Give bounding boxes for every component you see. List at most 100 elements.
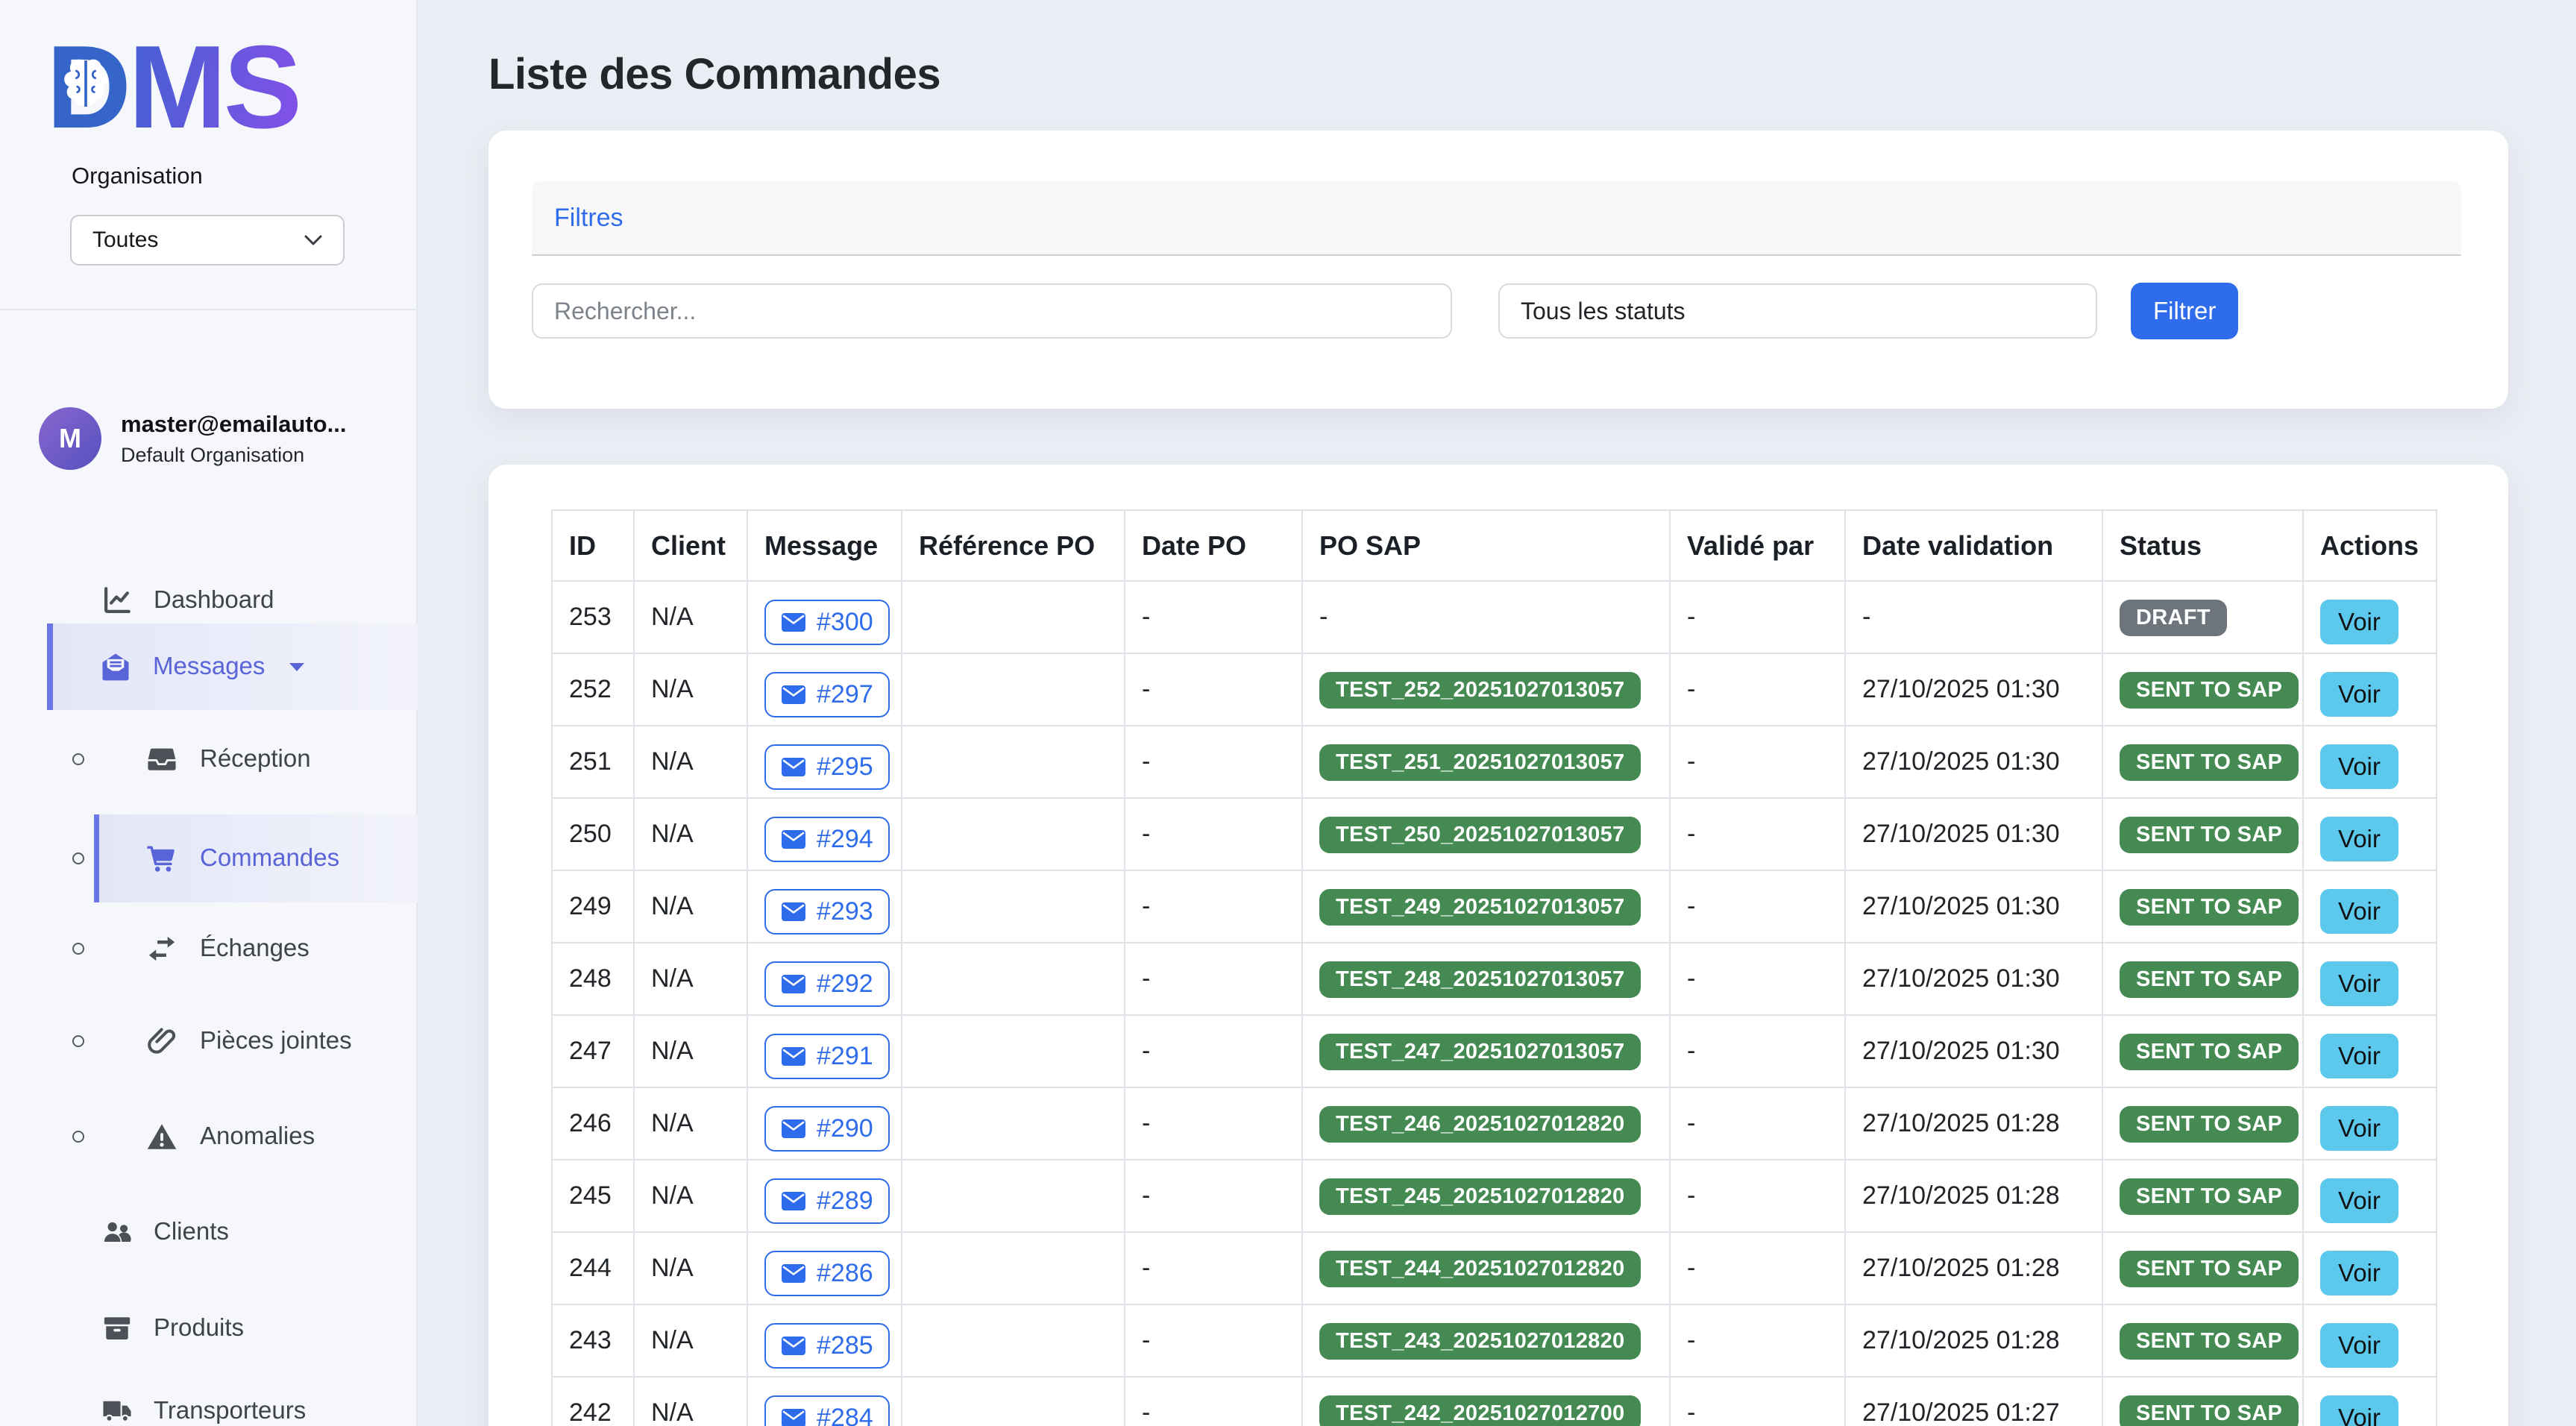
- cell-actions: Voir: [2303, 1304, 2437, 1377]
- sidebar-item-clients[interactable]: Clients: [0, 1201, 418, 1263]
- message-button[interactable]: #285: [764, 1323, 890, 1369]
- status-badge: SENT TO SAP: [2120, 1251, 2299, 1287]
- status-select[interactable]: Tous les statuts: [1498, 283, 2097, 339]
- voir-button[interactable]: Voir: [2320, 744, 2398, 789]
- caret-down-icon: [288, 662, 306, 673]
- cell-valide-par: -: [1670, 1015, 1845, 1087]
- voir-button[interactable]: Voir: [2320, 1106, 2398, 1151]
- table-header-row: IDClientMessageRéférence PODate POPO SAP…: [552, 510, 2437, 581]
- message-button[interactable]: #297: [764, 672, 890, 717]
- voir-button[interactable]: Voir: [2320, 1251, 2398, 1295]
- cell-reference-po: [902, 653, 1125, 726]
- sidebar-item-echanges[interactable]: Échanges: [0, 917, 418, 980]
- sidebar-item-messages[interactable]: Messages: [0, 624, 418, 710]
- filters-card-header[interactable]: Filtres: [532, 181, 2461, 256]
- po-sap-badge: TEST_242_20251027012700: [1319, 1395, 1641, 1426]
- cell-valide-par: -: [1670, 1304, 1845, 1377]
- voir-button[interactable]: Voir: [2320, 1395, 2398, 1426]
- filter-button[interactable]: Filtrer: [2131, 283, 2238, 339]
- sidebar-item-transporteurs[interactable]: Transporteurs: [0, 1380, 418, 1426]
- sidebar-item-produits[interactable]: Produits: [0, 1297, 418, 1360]
- voir-button[interactable]: Voir: [2320, 961, 2398, 1006]
- voir-button[interactable]: Voir: [2320, 1323, 2398, 1368]
- message-button[interactable]: #289: [764, 1178, 890, 1224]
- cell-date-po: -: [1125, 1015, 1302, 1087]
- cell-date-po: -: [1125, 1160, 1302, 1232]
- voir-button[interactable]: Voir: [2320, 1178, 2398, 1223]
- message-button[interactable]: #294: [764, 817, 890, 862]
- bullet-icon: [72, 1131, 84, 1143]
- paperclip-icon: [146, 1025, 178, 1057]
- cell-valide-par: -: [1670, 726, 1845, 798]
- cell-message: #295: [747, 726, 902, 798]
- voir-button[interactable]: Voir: [2320, 889, 2398, 934]
- po-sap-badge: TEST_249_20251027013057: [1319, 889, 1641, 926]
- envelope-icon: [781, 1263, 806, 1284]
- cell-id: 253: [552, 581, 634, 653]
- envelope-icon: [781, 685, 806, 705]
- sidebar-item-label: Clients: [154, 1217, 229, 1246]
- cell-actions: Voir: [2303, 1232, 2437, 1304]
- cell-date-po: -: [1125, 943, 1302, 1015]
- cell-message: #290: [747, 1087, 902, 1160]
- filters-toggle-link[interactable]: Filtres: [554, 204, 623, 233]
- cell-date-po: -: [1125, 1087, 1302, 1160]
- cell-po-sap: TEST_245_20251027012820: [1302, 1160, 1670, 1232]
- message-button[interactable]: #293: [764, 889, 890, 935]
- main-content: Liste des Commandes Filtres Tous les sta…: [418, 0, 2576, 1426]
- voir-button[interactable]: Voir: [2320, 600, 2398, 644]
- sidebar-item-label: Produits: [154, 1313, 244, 1342]
- sidebar-item-commandes[interactable]: Commandes: [0, 814, 418, 902]
- message-button[interactable]: #292: [764, 961, 890, 1007]
- cell-date-validation: 27/10/2025 01:30: [1845, 870, 2102, 943]
- envelope-icon: [781, 1119, 806, 1139]
- column-header-id: ID: [552, 510, 634, 581]
- voir-button[interactable]: Voir: [2320, 817, 2398, 861]
- sidebar: D MS Organisation Toutes M master@emaila…: [0, 0, 418, 1426]
- voir-button[interactable]: Voir: [2320, 1034, 2398, 1078]
- table-row: 248N/A#292-TEST_248_20251027013057-27/10…: [552, 943, 2437, 1015]
- cell-client: N/A: [634, 726, 747, 798]
- cell-actions: Voir: [2303, 1377, 2437, 1426]
- sidebar-item-reception[interactable]: Réception: [0, 728, 418, 791]
- box-icon: [101, 1313, 133, 1344]
- sidebar-item-label: Échanges: [200, 934, 310, 962]
- message-button[interactable]: #295: [764, 744, 890, 790]
- filters-card: Filtres Tous les statuts Filtrer: [489, 131, 2508, 409]
- table-row: 246N/A#290-TEST_246_20251027012820-27/10…: [552, 1087, 2437, 1160]
- sidebar-item-dashboard[interactable]: Dashboard: [0, 569, 418, 632]
- envelope-icon: [781, 974, 806, 994]
- status-badge: SENT TO SAP: [2120, 1395, 2299, 1426]
- cell-message: #286: [747, 1232, 902, 1304]
- bullet-icon: [72, 753, 84, 765]
- cell-client: N/A: [634, 1377, 747, 1426]
- cell-id: 242: [552, 1377, 634, 1426]
- cell-message: #294: [747, 798, 902, 870]
- po-sap-badge: TEST_243_20251027012820: [1319, 1323, 1641, 1360]
- envelope-icon: [781, 1408, 806, 1426]
- cell-reference-po: [902, 943, 1125, 1015]
- status-badge: SENT TO SAP: [2120, 889, 2299, 926]
- cell-date-validation: 27/10/2025 01:30: [1845, 943, 2102, 1015]
- po-sap-badge: TEST_252_20251027013057: [1319, 672, 1641, 709]
- orders-table: IDClientMessageRéférence PODate POPO SAP…: [551, 509, 2437, 1426]
- message-button[interactable]: #300: [764, 600, 890, 645]
- table-row: 249N/A#293-TEST_249_20251027013057-27/10…: [552, 870, 2437, 943]
- sidebar-item-pieces-jointes[interactable]: Pièces jointes: [0, 1010, 418, 1072]
- sidebar-item-label: Messages: [153, 652, 265, 680]
- cell-date-po: -: [1125, 726, 1302, 798]
- search-input[interactable]: [532, 283, 1452, 339]
- message-button[interactable]: #284: [764, 1395, 890, 1426]
- cart-icon: [146, 843, 178, 874]
- column-header-valide-par: Validé par: [1670, 510, 1845, 581]
- bullet-icon: [72, 943, 84, 955]
- cell-actions: Voir: [2303, 726, 2437, 798]
- message-button[interactable]: #290: [764, 1106, 890, 1152]
- message-button[interactable]: #286: [764, 1251, 890, 1296]
- cell-valide-par: -: [1670, 798, 1845, 870]
- cell-po-sap: TEST_251_20251027013057: [1302, 726, 1670, 798]
- status-badge: SENT TO SAP: [2120, 1106, 2299, 1143]
- voir-button[interactable]: Voir: [2320, 672, 2398, 717]
- sidebar-item-anomalies[interactable]: Anomalies: [0, 1105, 418, 1168]
- message-button[interactable]: #291: [764, 1034, 890, 1079]
